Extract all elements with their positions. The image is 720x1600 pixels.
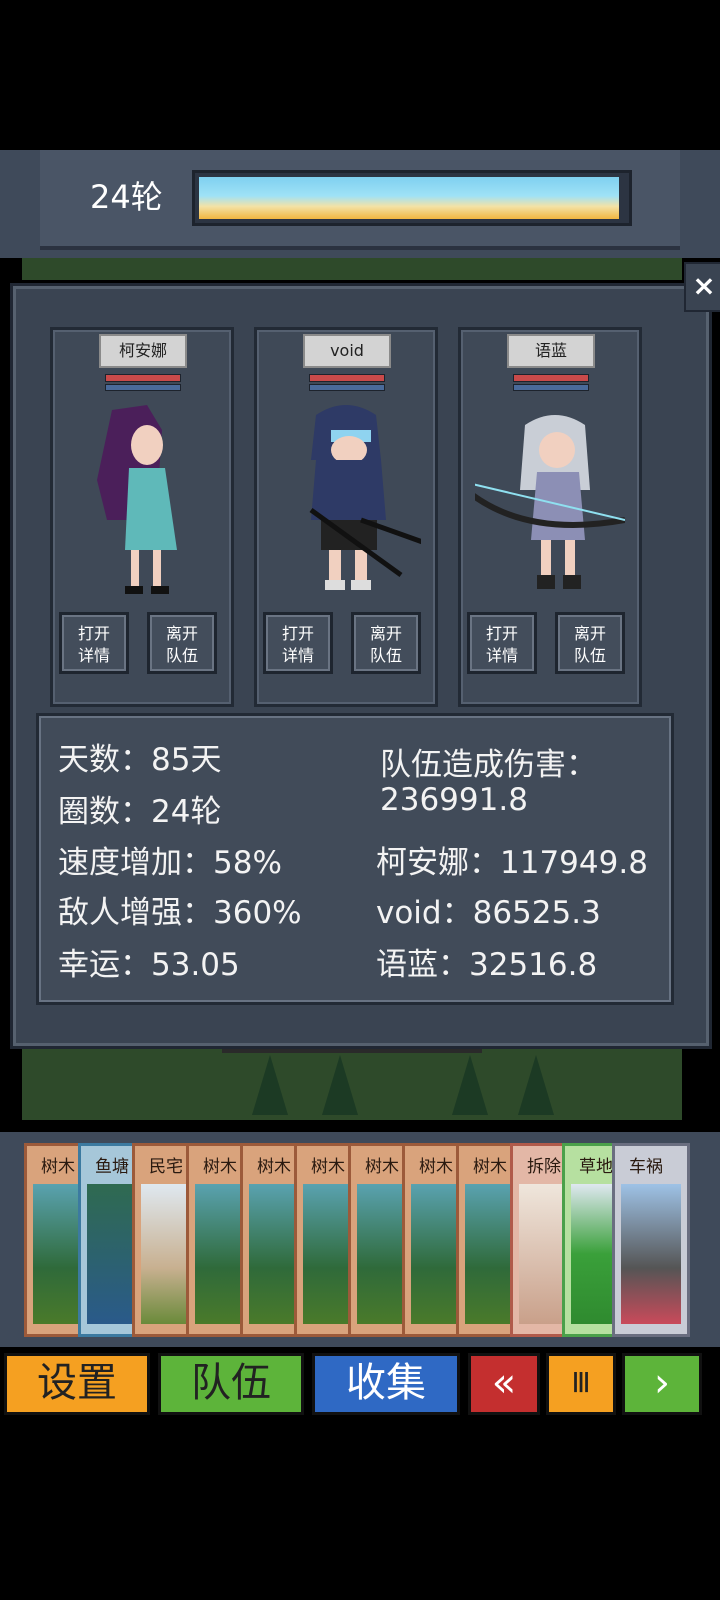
character-sprite [309, 405, 421, 590]
member-damage-1: 柯安娜：117949.8 [376, 845, 648, 881]
health-bar [513, 374, 589, 382]
member-damage-2: void：86525.3 [376, 895, 601, 931]
health-bar [105, 374, 181, 382]
party-slot-3: 语蓝 打开 详情 离开 队伍 [458, 327, 642, 707]
open-details-button[interactable]: 打开 详情 [467, 612, 537, 674]
member-name: void [303, 334, 391, 368]
map-strip-top [22, 258, 682, 280]
team-button[interactable]: 队伍 [158, 1353, 304, 1415]
mana-bar [105, 384, 181, 391]
member-name: 柯安娜 [99, 334, 187, 368]
open-details-button[interactable]: 打开 详情 [263, 612, 333, 674]
pause-icon[interactable]: Ⅲ [546, 1353, 616, 1415]
close-icon[interactable]: × [684, 262, 720, 312]
party-slot-1: 柯安娜 打开 详情 离开 队伍 [50, 327, 234, 707]
member-name: 语蓝 [507, 334, 595, 368]
forward-icon[interactable]: › [622, 1353, 702, 1415]
team-damage-value: 236991.8 [380, 782, 528, 818]
mana-bar [513, 384, 589, 391]
member-damage-3: 语蓝：32516.8 [376, 947, 598, 983]
character-sprite [97, 405, 177, 594]
round-progress-bar [192, 170, 632, 226]
leave-team-button[interactable]: 离开 队伍 [555, 612, 625, 674]
mana-bar [309, 384, 385, 391]
settings-button[interactable]: 设置 [4, 1353, 150, 1415]
open-details-button[interactable]: 打开 详情 [59, 612, 129, 674]
rewind-icon[interactable]: « [468, 1353, 540, 1415]
leave-team-button[interactable]: 离开 队伍 [351, 612, 421, 674]
luck-stat: 幸运：53.05 [58, 947, 240, 983]
character-sprite [475, 415, 625, 589]
card-car-crash[interactable]: 车祸 [612, 1143, 690, 1337]
leave-team-button[interactable]: 离开 队伍 [147, 612, 217, 674]
collect-button[interactable]: 收集 [312, 1353, 460, 1415]
enemy-boost-stat: 敌人增强：360% [58, 895, 302, 931]
team-damage-label: 队伍造成伤害： [380, 747, 597, 783]
laps-stat: 圈数：24轮 [58, 794, 222, 830]
days-stat: 天数：85天 [58, 742, 222, 778]
speed-stat: 速度增加：58% [58, 845, 282, 881]
round-counter: 24轮 [90, 178, 163, 216]
health-bar [309, 374, 385, 382]
party-slot-2: void 打开 详情 离开 队伍 [254, 327, 438, 707]
